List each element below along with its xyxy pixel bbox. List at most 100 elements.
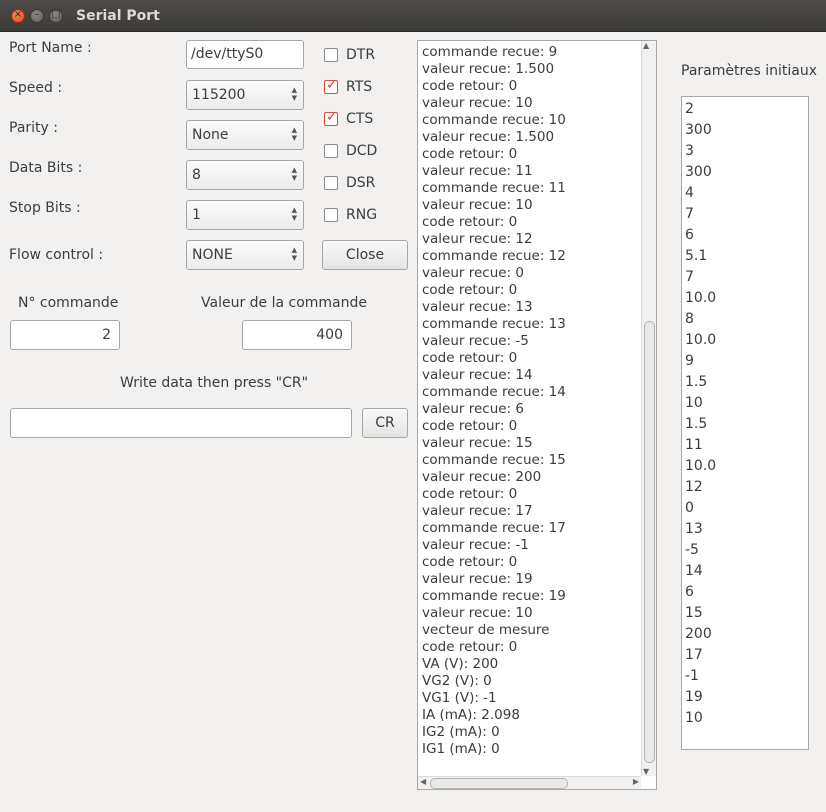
- log-line: valeur recue: 200: [422, 469, 542, 485]
- log-line: VG1 (V): -1: [422, 690, 497, 706]
- rts-checkbox[interactable]: ✓: [324, 77, 338, 94]
- close-port-button[interactable]: Close: [322, 240, 408, 270]
- port-name-label: Port Name :: [9, 40, 92, 56]
- log-line: vecteur de mesure: [422, 622, 550, 638]
- initial-param-value: 10: [685, 395, 703, 411]
- log-line: VG2 (V): 0: [422, 673, 492, 689]
- initial-params-list[interactable]: 2 300 3 300 4 7 6 5.1 7 10.0 8 10.0 9 1.5 10 1.5 11 10.0 1…: [681, 96, 809, 750]
- log-horizontal-scrollbar[interactable]: ◀ ▶: [418, 776, 641, 789]
- spin-arrows-icon[interactable]: ▲ ▼: [292, 206, 297, 222]
- initial-param-value: 17: [685, 647, 703, 663]
- dsr-checkbox[interactable]: [324, 176, 338, 190]
- maximize-icon: □: [51, 9, 61, 20]
- log-line: code retour: 0: [422, 418, 518, 434]
- log-line: valeur recue: 10: [422, 95, 533, 111]
- initial-param-value: 14: [685, 563, 703, 579]
- check-icon: ✓: [326, 109, 338, 125]
- log-line: code retour: 0: [422, 146, 518, 162]
- spin-arrows-icon[interactable]: ▲ ▼: [292, 166, 297, 182]
- log-line: valeur recue: 19: [422, 571, 533, 587]
- title-bar: × – □ Serial Port: [0, 0, 826, 32]
- window-close-button[interactable]: ×: [11, 9, 25, 23]
- log-vertical-scroll-thumb[interactable]: [644, 321, 655, 763]
- initial-param-value: 0: [685, 500, 694, 516]
- initial-params-lines: 2 300 3 300 4 7 6 5.1 7 10.0 8 10.0 9 1.5 10 1.5 11 10.0 1…: [685, 99, 716, 729]
- stop-bits-spinbox[interactable]: 1 ▲ ▼: [186, 200, 304, 230]
- log-line: valeur recue: 10: [422, 605, 533, 621]
- spin-arrows-icon[interactable]: ▲ ▼: [292, 126, 297, 142]
- received-log[interactable]: valeur recue: 9commande recue: 9valeur r…: [417, 40, 657, 790]
- write-data-label: Write data then press "CR": [120, 375, 309, 391]
- log-line: commande recue: 11: [422, 180, 566, 196]
- cts-checkbox[interactable]: ✓: [324, 109, 338, 126]
- dcd-label: DCD: [346, 143, 378, 159]
- log-line: commande recue: 19: [422, 588, 566, 604]
- initial-param-value: 7: [685, 206, 694, 222]
- log-horizontal-scroll-thumb[interactable]: [430, 778, 568, 789]
- log-line: IA (mA): 2.098: [422, 707, 520, 723]
- dcd-checkbox[interactable]: [324, 144, 338, 158]
- log-line: valeur recue: 1.500: [422, 129, 555, 145]
- log-line: code retour: 0: [422, 639, 518, 655]
- spin-arrows-icon[interactable]: ▲ ▼: [292, 246, 297, 262]
- log-line: commande recue: 17: [422, 520, 566, 536]
- spin-arrows-icon[interactable]: ▲ ▼: [292, 86, 297, 102]
- write-data-input[interactable]: [10, 408, 352, 438]
- log-line: valeur recue: 14: [422, 367, 533, 383]
- log-line: code retour: 0: [422, 282, 518, 298]
- initial-param-value: 7: [685, 269, 694, 285]
- log-line: code retour: 0: [422, 554, 518, 570]
- initial-param-value: 6: [685, 584, 694, 600]
- log-lines: valeur recue: 9commande recue: 9valeur r…: [422, 41, 566, 758]
- flow-control-value: NONE: [192, 247, 233, 263]
- log-line: commande recue: 14: [422, 384, 566, 400]
- initial-param-value: 11: [685, 437, 703, 453]
- initial-param-value: 3: [685, 143, 694, 159]
- stop-bits-label: Stop Bits :: [9, 200, 81, 216]
- data-bits-label: Data Bits :: [9, 160, 83, 176]
- initial-param-value: 8: [685, 311, 694, 327]
- initial-param-value: 300: [685, 122, 712, 138]
- dtr-label: DTR: [346, 47, 376, 63]
- port-name-value: /dev/ttyS0: [191, 46, 264, 62]
- initial-param-value: 4: [685, 185, 694, 201]
- minimize-icon: –: [34, 9, 40, 20]
- log-line: valeur recue: 13: [422, 299, 533, 315]
- initial-params-title: Paramètres initiaux: [681, 63, 818, 79]
- command-value-input[interactable]: 400: [242, 320, 352, 350]
- initial-param-value: -5: [685, 542, 699, 558]
- rng-checkbox[interactable]: [324, 208, 338, 222]
- log-line: valeur recue: 6: [422, 401, 524, 417]
- data-bits-spinbox[interactable]: 8 ▲ ▼: [186, 160, 304, 190]
- command-number-input[interactable]: 2: [10, 320, 120, 350]
- log-line: commande recue: 13: [422, 316, 566, 332]
- initial-param-value: 10.0: [685, 332, 717, 348]
- log-line: valeur recue: 0: [422, 265, 524, 281]
- parity-spinbox[interactable]: None ▲ ▼: [186, 120, 304, 150]
- window-title: Serial Port: [76, 8, 160, 24]
- window-minimize-button[interactable]: –: [30, 9, 44, 23]
- scroll-down-icon[interactable]: ▼: [643, 767, 649, 776]
- command-number-value: 2: [102, 327, 111, 343]
- initial-param-value: 12: [685, 479, 703, 495]
- window-maximize-button[interactable]: □: [49, 9, 63, 23]
- scroll-right-icon[interactable]: ▶: [633, 777, 639, 786]
- scroll-left-icon[interactable]: ◀: [420, 777, 426, 786]
- log-line: valeur recue: 15: [422, 435, 533, 451]
- dtr-checkbox[interactable]: [324, 48, 338, 62]
- flow-control-spinbox[interactable]: NONE ▲ ▼: [186, 240, 304, 270]
- log-line: VA (V): 200: [422, 656, 499, 672]
- close-icon: ×: [13, 9, 23, 20]
- log-line: commande recue: 10: [422, 112, 566, 128]
- rng-label: RNG: [346, 207, 378, 223]
- port-name-input[interactable]: /dev/ttyS0: [186, 40, 304, 69]
- speed-spinbox[interactable]: 115200 ▲ ▼: [186, 80, 304, 110]
- cr-button[interactable]: CR: [362, 408, 408, 438]
- log-vertical-scrollbar[interactable]: ▲ ▼: [641, 41, 656, 776]
- initial-param-value: 1.5: [685, 374, 708, 390]
- log-line: code retour: 0: [422, 486, 518, 502]
- command-value-value: 400: [316, 327, 343, 343]
- log-line: valeur recue: 12: [422, 231, 533, 247]
- scroll-up-icon[interactable]: ▲: [643, 41, 649, 50]
- flow-control-label: Flow control :: [9, 247, 104, 263]
